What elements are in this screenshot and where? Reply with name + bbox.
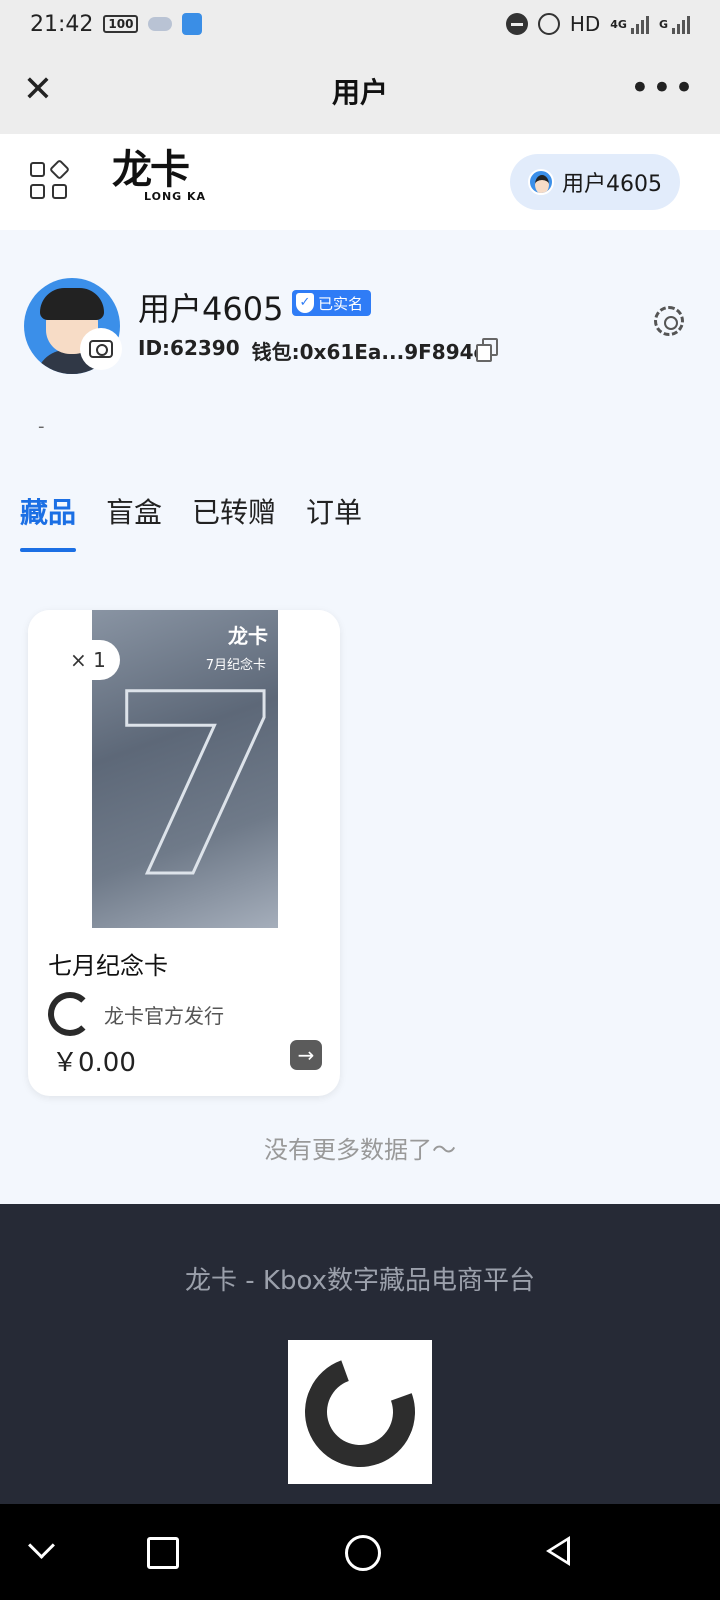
- tab-blind-box[interactable]: 盲盒: [106, 490, 162, 560]
- issuer-name: 龙卡官方发行: [104, 1003, 224, 1028]
- menu-grid-icon[interactable]: [30, 158, 71, 202]
- collectible-card[interactable]: 龙卡 7月纪念卡 7 × 1 七月纪念卡 龙卡官方发行 ￥0.00 →: [28, 610, 340, 1096]
- cloud-icon: [148, 17, 173, 31]
- status-right: HD 4G G: [505, 12, 690, 36]
- no-more-data-text: 没有更多数据了～: [264, 1136, 456, 1164]
- signal-icon-2: [672, 14, 690, 34]
- profile-bio: -: [38, 416, 45, 437]
- card-image: 龙卡 7月纪念卡 7 × 1: [28, 610, 340, 928]
- alarm-icon: [537, 13, 560, 35]
- recents-icon[interactable]: [142, 1532, 182, 1572]
- top-navbar: ✕ 用户 •••: [0, 48, 720, 134]
- more-icon[interactable]: •••: [630, 70, 696, 106]
- user-id: ID:62390: [138, 336, 240, 360]
- verified-label: 已实名: [318, 294, 364, 313]
- status-bar: 21:42 100 HD 4G G: [0, 0, 720, 48]
- avatar: [528, 169, 554, 195]
- issuer-row: 龙卡官方发行: [48, 992, 224, 1036]
- network-gen-label-2: G: [658, 17, 668, 31]
- settings-gear-icon[interactable]: [654, 306, 684, 336]
- card-title: 七月纪念卡: [48, 952, 168, 980]
- dragon-ring-icon: [286, 1338, 434, 1486]
- card-artwork: 龙卡 7月纪念卡 7: [92, 610, 285, 928]
- app-logo[interactable]: 龙卡 LONG KA: [112, 146, 222, 218]
- verified-badge: ✓ 已实名: [292, 290, 372, 316]
- camera-icon: [89, 340, 113, 358]
- app-header: 龙卡 LONG KA 用户4605: [0, 134, 720, 230]
- page-title: 用户: [331, 76, 388, 109]
- art-number: 7: [109, 641, 286, 932]
- status-time: 21:42: [30, 11, 94, 37]
- hide-nav-icon[interactable]: [22, 1532, 62, 1572]
- tab-orders[interactable]: 订单: [306, 490, 362, 560]
- home-icon[interactable]: [342, 1532, 382, 1572]
- footer-text: 龙卡 - Kbox数字藏品电商平台: [185, 1266, 535, 1296]
- system-nav-bar: [0, 1504, 720, 1600]
- verified-shield-icon: ✓: [296, 293, 314, 313]
- tab-transferred[interactable]: 已转赠: [192, 490, 276, 560]
- id-wallet-line: ID:62390 钱包:0x61Ea...9F894e: [138, 336, 487, 365]
- app-notification-icon: [182, 13, 203, 35]
- battery-icon: 100: [103, 15, 139, 33]
- network-type: HD: [569, 12, 601, 36]
- logo-subtext: LONG KA: [144, 190, 207, 203]
- logo-mark: 龙卡: [112, 146, 190, 193]
- arrow-right-icon[interactable]: →: [290, 1040, 322, 1070]
- user-pill[interactable]: 用户4605: [510, 154, 680, 210]
- network-gen-label: 4G: [610, 17, 627, 31]
- issuer-logo-icon: [48, 992, 92, 1036]
- close-icon[interactable]: ✕: [20, 72, 56, 108]
- signal-icon: [630, 14, 649, 34]
- copy-icon[interactable]: [476, 338, 498, 362]
- collection-tabs: 藏品 盲盒 已转赠 订单: [0, 490, 720, 560]
- card-price: ￥0.00: [52, 1048, 136, 1078]
- footer-dragon-logo: [286, 1338, 434, 1486]
- tab-collectibles[interactable]: 藏品: [20, 490, 77, 560]
- user-pill-label: 用户4605: [562, 172, 662, 197]
- change-avatar-button[interactable]: [80, 328, 122, 370]
- footer: 龙卡 - Kbox数字藏品电商平台: [0, 1204, 720, 1504]
- profile-username: 用户4605: [138, 290, 284, 328]
- wallet-address: 钱包:0x61Ea...9F894e: [251, 340, 488, 364]
- quantity-badge: × 1: [56, 640, 120, 680]
- back-icon[interactable]: [540, 1532, 580, 1572]
- status-left: 21:42 100: [30, 11, 203, 37]
- do-not-disturb-icon: [505, 13, 528, 35]
